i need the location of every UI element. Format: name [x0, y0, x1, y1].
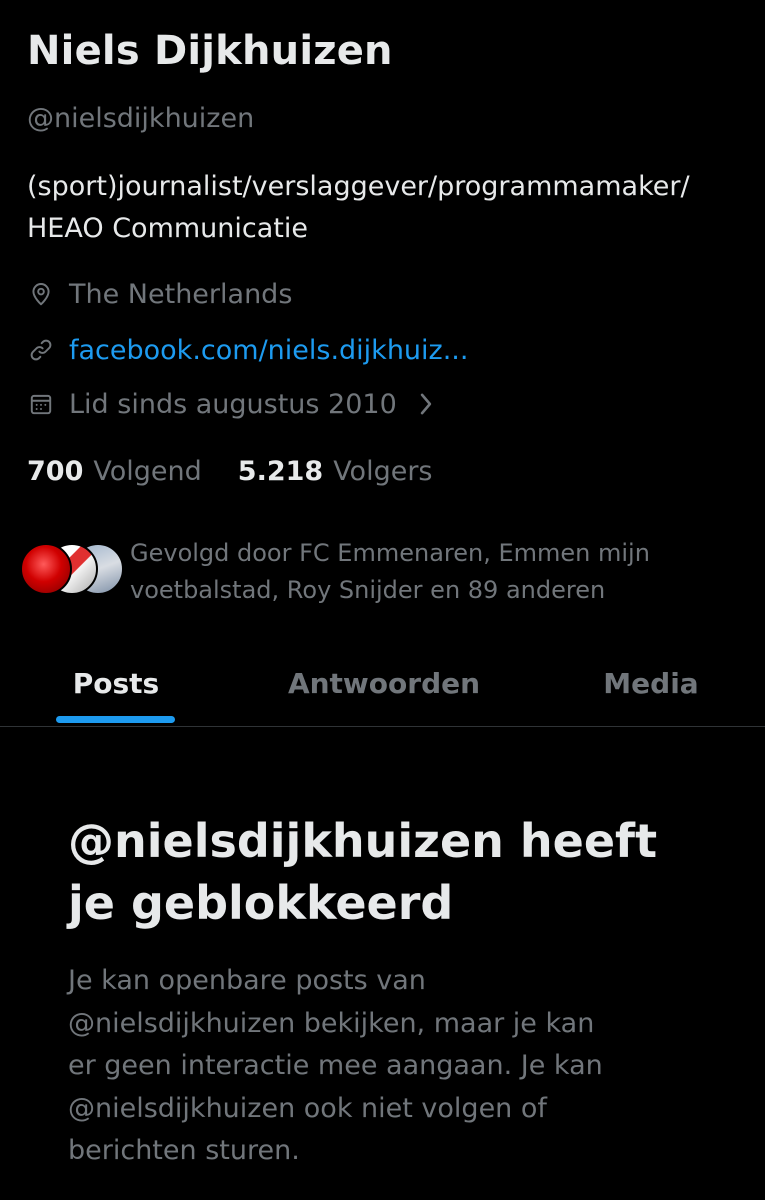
blocked-message-line: @nielsdijkhuizen ook niet volgen of	[68, 1092, 547, 1124]
website-link[interactable]: facebook.com/niels.dijkhuiz...	[69, 335, 468, 366]
joined-row[interactable]: Lid sinds augustus 2010	[27, 384, 435, 424]
bio-line: (sport)journalist/verslaggever/programma…	[27, 171, 690, 202]
followed-by-section[interactable]: Gevolgd door FC Emmenaren, Emmen mijn vo…	[20, 535, 750, 615]
tab-antwoorden[interactable]: Antwoorden	[260, 640, 508, 726]
active-tab-indicator	[56, 716, 175, 723]
blocked-title-line: je geblokkeerd	[68, 876, 454, 930]
avatar	[20, 543, 72, 595]
chevron-right-icon[interactable]	[417, 391, 435, 417]
tab-media[interactable]: Media	[580, 640, 722, 726]
profile-tabs: Posts Antwoorden Media	[0, 640, 765, 727]
following-count: 700	[27, 455, 84, 487]
blocked-message-line: er geen interactie mee aangaan. Je kan	[68, 1050, 603, 1081]
profile-handle: @nielsdijkhuizen	[27, 103, 255, 134]
followed-by-line: voetbalstad, Roy Snijder en 89 anderen	[130, 576, 606, 604]
following-label: Volgend	[93, 455, 202, 487]
blocked-message-line: @nielsdijkhuizen bekijken, maar je kan	[68, 1007, 595, 1039]
blocked-title-line: @nielsdijkhuizen heeft	[68, 814, 658, 868]
followers-label: Volgers	[333, 455, 433, 487]
followed-by-line: Gevolgd door FC Emmenaren, Emmen mijn	[130, 539, 650, 567]
joined-text: Lid sinds augustus 2010	[69, 388, 397, 420]
blocked-message-line: Je kan openbare posts van	[68, 965, 426, 996]
blocked-title: @nielsdijkhuizen heeft je geblokkeerd	[68, 810, 748, 934]
profile-bio: (sport)journalist/verslaggever/programma…	[27, 166, 757, 250]
followers-count: 5.218	[237, 455, 324, 487]
following-stat[interactable]: 700 Volgend	[27, 456, 202, 487]
website-row[interactable]: facebook.com/niels.dijkhuiz...	[27, 330, 468, 370]
profile-name: Niels Dijkhuizen	[27, 28, 393, 74]
follower-avatars	[20, 543, 124, 597]
profile-stats: 700 Volgend 5.218 Volgers	[27, 450, 469, 492]
location-text: The Netherlands	[69, 278, 293, 310]
followers-stat[interactable]: 5.218 Volgers	[238, 456, 433, 487]
tab-posts[interactable]: Posts	[40, 640, 192, 726]
link-icon	[27, 336, 55, 364]
location-row: The Netherlands	[27, 274, 292, 314]
location-pin-icon	[27, 280, 55, 308]
calendar-icon	[27, 390, 55, 418]
bio-line: HEAO Communicatie	[27, 213, 308, 244]
blocked-message-line: berichten sturen.	[68, 1135, 300, 1166]
followed-by-text: Gevolgd door FC Emmenaren, Emmen mijn vo…	[130, 535, 750, 609]
blocked-message: Je kan openbare posts van @nielsdijkhuiz…	[68, 960, 748, 1173]
